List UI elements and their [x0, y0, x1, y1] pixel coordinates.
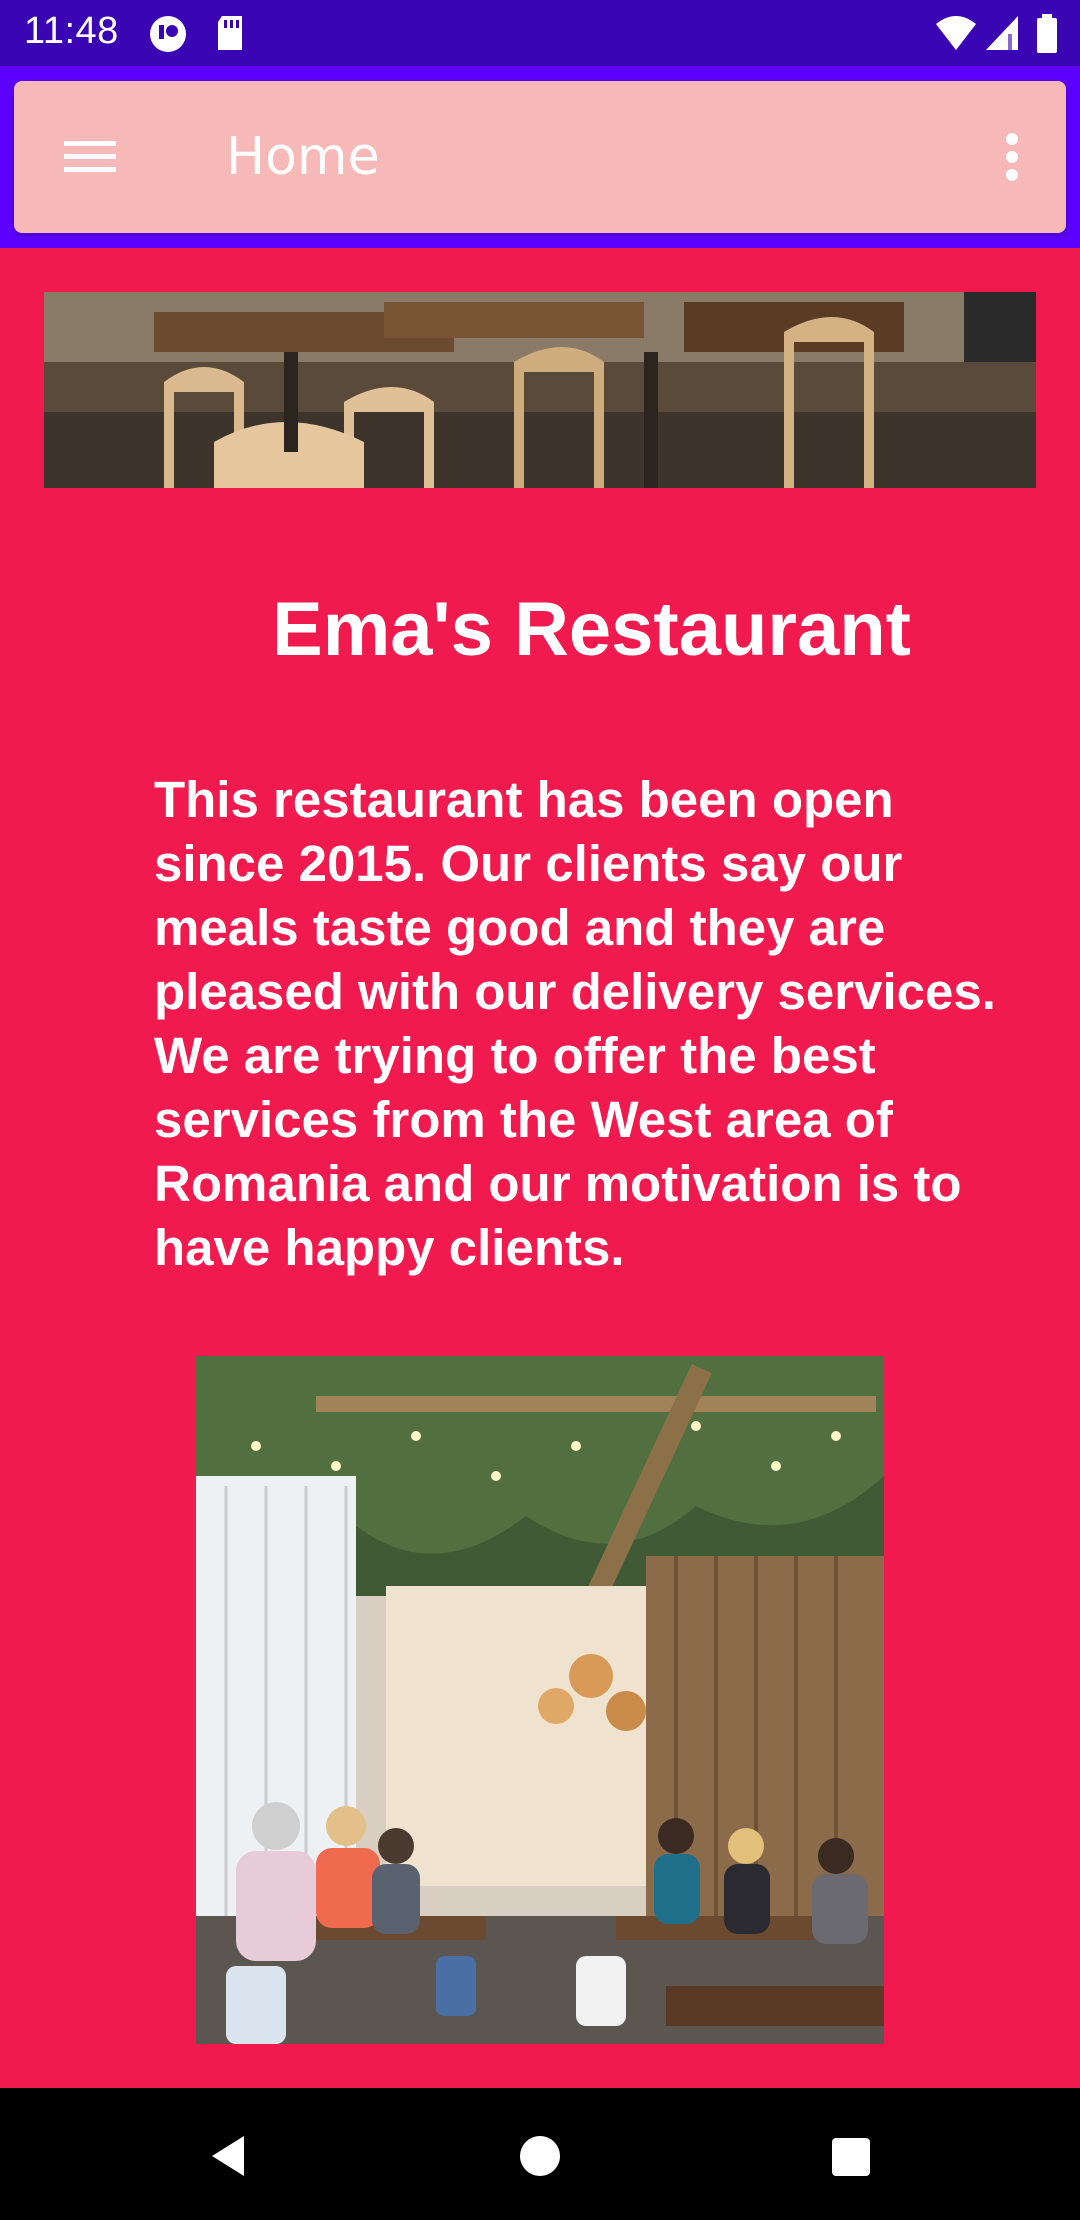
recents-icon[interactable]	[820, 2126, 880, 2186]
app-bar: Home	[14, 81, 1066, 233]
main-content[interactable]: Ema's Restaurant This restaurant has bee…	[0, 248, 1080, 2088]
restaurant-tables-banner-image	[44, 292, 1036, 488]
home-icon[interactable]	[510, 2126, 570, 2186]
status-time: 11:48	[24, 10, 119, 52]
restaurant-description: This restaurant has been open since 2015…	[154, 771, 996, 1276]
app-bar-container: Home	[0, 66, 1080, 248]
restaurant-interior-image	[196, 1356, 884, 2044]
system-navigation-bar	[0, 2088, 1080, 2220]
hamburger-menu-icon[interactable]	[54, 121, 126, 193]
signal-icon	[984, 14, 1020, 57]
battery-icon	[1036, 14, 1058, 59]
more-vert-icon[interactable]	[984, 121, 1040, 193]
wifi-icon	[934, 14, 978, 57]
back-icon[interactable]	[200, 2126, 260, 2186]
sd-card-icon	[214, 14, 246, 57]
status-bar: 11:48	[0, 0, 1080, 66]
restaurant-name: Ema's Restaurant	[272, 587, 911, 672]
notification-app-icon	[148, 14, 188, 59]
page-title: Home	[226, 127, 380, 187]
